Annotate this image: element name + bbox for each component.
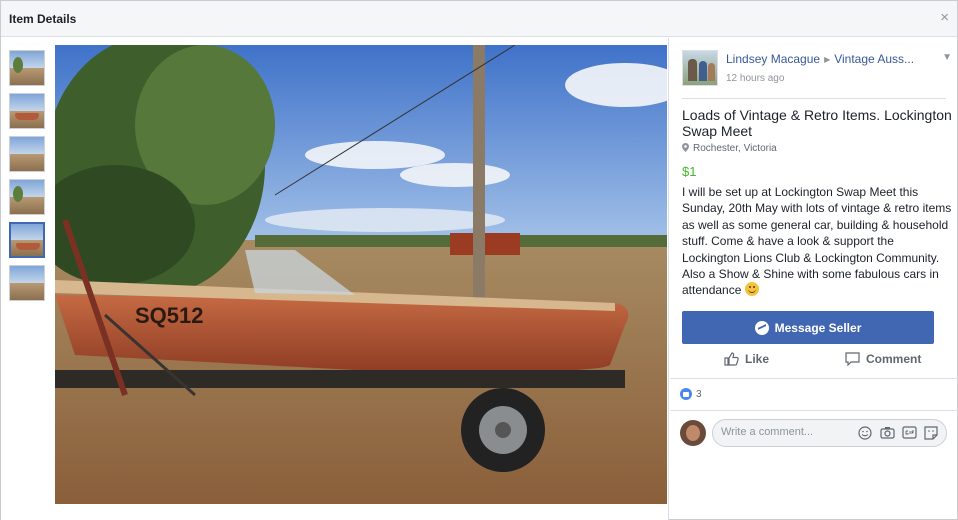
like-reaction-icon: [680, 388, 692, 400]
listing-price: $1: [682, 164, 697, 179]
listing-location: Rochester, Victoria: [682, 143, 777, 154]
smile-emoji-icon: [744, 282, 759, 297]
dialog-title: Item Details: [9, 12, 77, 26]
comment-button[interactable]: Comment: [845, 352, 921, 366]
thumbnail-strip: [9, 50, 45, 308]
message-seller-label: Message Seller: [774, 320, 862, 335]
listing-description: I will be set up at Lockington Swap Meet…: [682, 184, 954, 299]
photo-viewer: SQ512: [1, 38, 669, 520]
thumbnail-6[interactable]: [9, 265, 45, 301]
thumbnail-1[interactable]: [9, 50, 45, 86]
listing-title: Loads of Vintage & Retro Items. Lockingt…: [682, 107, 952, 139]
current-user-avatar: [680, 420, 706, 446]
thumbnail-4[interactable]: [9, 179, 45, 215]
post-author-line: Lindsey Macague ▶ Vintage Auss...: [726, 52, 914, 66]
arrow-right-icon: ▶: [824, 55, 831, 64]
comment-label: Comment: [866, 352, 922, 366]
divider: [670, 378, 958, 379]
reaction-summary[interactable]: 3: [680, 388, 702, 400]
thumbnail-5[interactable]: [9, 222, 45, 258]
comment-input[interactable]: [721, 426, 851, 438]
composer-icons: [858, 426, 940, 440]
poster-name-link[interactable]: Lindsey Macague: [726, 52, 820, 66]
boat-registration: SQ512: [135, 303, 204, 328]
boat-photo-illustration: SQ512: [55, 45, 667, 504]
poster-avatar[interactable]: [682, 50, 718, 86]
description-text: I will be set up at Lockington Swap Meet…: [682, 185, 952, 298]
comment-composer: [712, 419, 947, 447]
like-label: Like: [745, 352, 770, 366]
main-photo[interactable]: SQ512: [55, 45, 667, 504]
post-actions: Like Comment: [682, 352, 946, 370]
camera-icon[interactable]: [880, 426, 896, 440]
sticker-icon[interactable]: [924, 426, 940, 440]
location-pin-icon: [682, 143, 689, 152]
messenger-icon: [754, 320, 769, 335]
reaction-count: 3: [696, 388, 702, 400]
gif-icon[interactable]: [902, 426, 918, 440]
post-timestamp[interactable]: 12 hours ago: [726, 73, 784, 84]
thumbnail-3[interactable]: [9, 136, 45, 172]
divider: [670, 410, 958, 411]
chevron-down-icon[interactable]: ▼: [942, 52, 952, 63]
like-button[interactable]: Like: [724, 352, 769, 366]
message-seller-button[interactable]: Message Seller: [682, 311, 934, 344]
close-icon[interactable]: ×: [940, 10, 949, 26]
divider: [682, 98, 946, 99]
group-name-link[interactable]: Vintage Auss...: [834, 52, 914, 66]
thumbnail-2[interactable]: [9, 93, 45, 129]
location-text[interactable]: Rochester, Victoria: [693, 143, 777, 154]
comment-bubble-icon: [845, 352, 860, 366]
dialog-header: Item Details ×: [1, 1, 957, 37]
post-sidebar: Lindsey Macague ▶ Vintage Auss... 12 hours…: [670, 38, 958, 520]
thumbs-up-icon: [724, 352, 739, 366]
emoji-icon[interactable]: [858, 426, 874, 440]
item-details-dialog: Item Details × SQ512 Lindsey Macague ▶ V…: [0, 0, 958, 520]
